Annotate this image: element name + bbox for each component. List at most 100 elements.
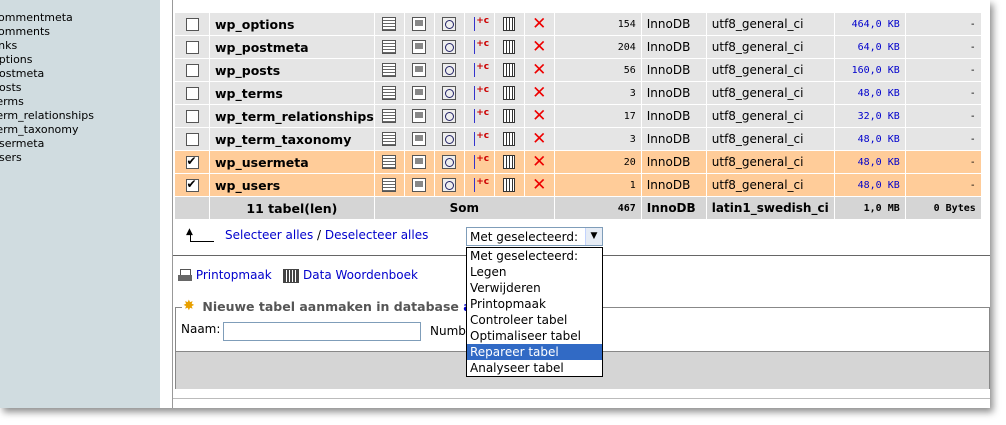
insert-icon[interactable] <box>471 62 489 78</box>
table-name[interactable]: wp_term_relationships <box>210 105 374 127</box>
insert-icon[interactable] <box>471 16 489 32</box>
insert-icon[interactable] <box>471 177 489 193</box>
drop-icon[interactable]: ✕ <box>532 131 546 148</box>
browse-icon[interactable] <box>382 178 397 193</box>
insert-icon[interactable] <box>471 131 489 147</box>
print-view-link[interactable]: Printopmaak <box>196 268 272 282</box>
empty-icon[interactable] <box>503 40 516 55</box>
search-icon[interactable] <box>442 17 457 32</box>
sidebar-table-link[interactable]: usermeta <box>0 137 160 151</box>
data-dictionary-link[interactable]: Data Woordenboek <box>303 268 418 282</box>
structure-icon[interactable] <box>412 63 427 78</box>
search-icon[interactable] <box>442 40 457 55</box>
sidebar-table-link[interactable]: term_taxonomy <box>0 123 160 137</box>
action-cell <box>464 59 494 81</box>
insert-icon[interactable] <box>471 154 489 170</box>
drop-icon[interactable]: ✕ <box>532 177 546 194</box>
dropdown-option[interactable]: Analyseer tabel <box>467 360 602 376</box>
insert-icon[interactable] <box>471 85 489 101</box>
empty-icon[interactable] <box>503 63 516 78</box>
empty-icon[interactable] <box>503 86 516 101</box>
table-name[interactable]: wp_usermeta <box>210 151 374 173</box>
sidebar-table-link[interactable]: postmeta <box>0 67 160 81</box>
table-row[interactable]: wp_options ✕ 154InnoDButf8_general_ci464,0… <box>175 13 981 35</box>
sidebar-table-link[interactable]: posts <box>0 81 160 95</box>
dropdown-option[interactable]: Repareer tabel <box>467 344 602 360</box>
browse-icon[interactable] <box>382 155 397 170</box>
structure-icon[interactable] <box>412 17 427 32</box>
browse-icon[interactable] <box>382 40 397 55</box>
dropdown-option[interactable]: Optimaliseer tabel <box>467 328 602 344</box>
table-name[interactable]: wp_term_taxonomy <box>210 128 374 150</box>
table-name[interactable]: wp_users <box>210 174 374 196</box>
table-name[interactable]: wp_postmeta <box>210 36 374 58</box>
table-name[interactable]: wp_posts <box>210 59 374 81</box>
sidebar-table-link[interactable]: commentmeta <box>0 11 160 25</box>
browse-icon[interactable] <box>382 17 397 32</box>
row-checkbox[interactable] <box>185 87 199 100</box>
table-row[interactable]: wp_terms ✕ 3InnoDButf8_general_ci48,0 KB- <box>175 82 981 104</box>
structure-icon[interactable] <box>412 178 427 193</box>
deselect-all-link[interactable]: Deselecteer alles <box>325 228 428 242</box>
drop-icon[interactable]: ✕ <box>532 39 546 56</box>
structure-icon[interactable] <box>412 86 427 101</box>
insert-icon[interactable] <box>471 108 489 124</box>
dropdown-option[interactable]: Printopmaak <box>467 296 602 312</box>
search-icon[interactable] <box>442 86 457 101</box>
structure-icon[interactable] <box>412 155 427 170</box>
sidebar-table-link[interactable]: comments <box>0 25 160 39</box>
row-checkbox[interactable] <box>185 64 199 77</box>
row-checkbox[interactable] <box>185 110 199 123</box>
search-icon[interactable] <box>442 155 457 170</box>
with-selected-select[interactable]: Met geselecteerd: ▼ <box>466 227 603 246</box>
drop-icon[interactable]: ✕ <box>532 108 546 125</box>
empty-icon[interactable] <box>503 17 516 32</box>
sidebar-table-link[interactable]: options <box>0 53 160 67</box>
table-row[interactable]: wp_term_relationships ✕ 17InnoDButf8_gener… <box>175 105 981 127</box>
structure-icon[interactable] <box>412 109 427 124</box>
row-checkbox[interactable] <box>185 177 199 192</box>
dropdown-option[interactable]: Controleer tabel <box>467 312 602 328</box>
dropdown-option[interactable]: Legen <box>467 264 602 280</box>
table-row[interactable]: wp_users ✕ 1InnoDButf8_general_ci48,0 KB- <box>175 174 981 196</box>
insert-icon[interactable] <box>471 39 489 55</box>
row-checkbox[interactable] <box>185 133 199 146</box>
sidebar-table-link[interactable]: users <box>0 151 160 165</box>
empty-icon[interactable] <box>503 109 516 124</box>
drop-icon[interactable]: ✕ <box>532 16 546 33</box>
row-count: 20 <box>554 151 641 173</box>
search-icon[interactable] <box>442 132 457 147</box>
empty-icon[interactable] <box>503 178 516 193</box>
browse-icon[interactable] <box>382 63 397 78</box>
browse-icon[interactable] <box>382 109 397 124</box>
row-checkbox[interactable] <box>185 18 199 31</box>
table-row[interactable]: wp_posts ✕ 56InnoDButf8_general_ci160,0 KB… <box>175 59 981 81</box>
browse-icon[interactable] <box>382 132 397 147</box>
dropdown-option[interactable]: Met geselecteerd: <box>467 248 602 264</box>
browse-icon[interactable] <box>382 86 397 101</box>
table-name[interactable]: wp_options <box>210 13 374 35</box>
empty-icon[interactable] <box>503 155 516 170</box>
dropdown-option[interactable]: Verwijderen <box>467 280 602 296</box>
search-icon[interactable] <box>442 63 457 78</box>
table-row[interactable]: wp_postmeta ✕ 204InnoDButf8_general_ci64,0… <box>175 36 981 58</box>
search-icon[interactable] <box>442 178 457 193</box>
structure-icon[interactable] <box>412 132 427 147</box>
empty-icon[interactable] <box>503 132 516 147</box>
table-row[interactable]: wp_term_taxonomy ✕ 3InnoDButf8_general_ci4… <box>175 128 981 150</box>
sidebar-table-link[interactable]: terms <box>0 95 160 109</box>
sidebar-table-link[interactable]: links <box>0 39 160 53</box>
table-name[interactable]: wp_terms <box>210 82 374 104</box>
structure-icon[interactable] <box>412 40 427 55</box>
drop-icon[interactable]: ✕ <box>532 62 546 79</box>
drop-icon[interactable]: ✕ <box>532 85 546 102</box>
drop-icon[interactable]: ✕ <box>532 154 546 171</box>
table-row[interactable]: wp_usermeta ✕ 20InnoDButf8_general_ci48,0 … <box>175 151 981 173</box>
row-checkbox[interactable] <box>185 154 199 169</box>
search-icon[interactable] <box>442 109 457 124</box>
chevron-down-icon[interactable]: ▼ <box>585 228 602 245</box>
table-name-input[interactable] <box>223 322 421 341</box>
select-all-link[interactable]: Selecteer alles <box>225 228 313 242</box>
row-checkbox[interactable] <box>185 41 199 54</box>
sidebar-table-link[interactable]: term_relationships <box>0 109 160 123</box>
